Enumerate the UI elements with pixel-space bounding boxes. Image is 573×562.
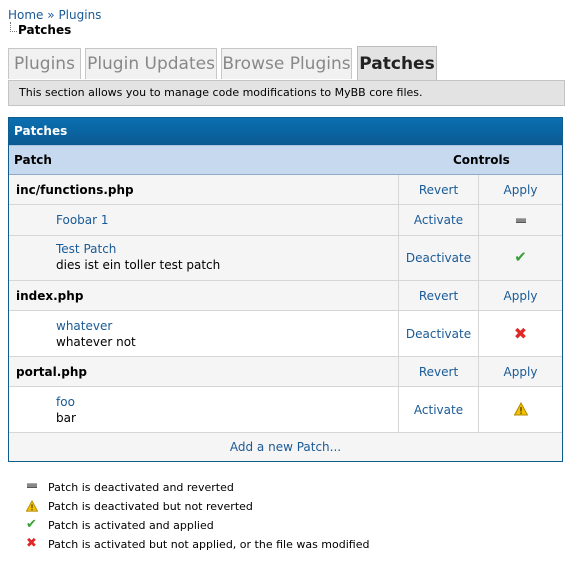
breadcrumb-separator: »	[47, 8, 55, 22]
activate-link[interactable]: Activate	[399, 403, 478, 417]
revert-link[interactable]: Revert	[399, 175, 478, 205]
patch-title-link[interactable]: foo	[56, 395, 75, 409]
deactivated-reverted-icon	[515, 218, 526, 223]
column-header-patch: Patch	[14, 153, 52, 167]
file-row: portal.php Revert Apply	[9, 357, 562, 387]
deactivated-reverted-icon	[26, 480, 38, 494]
deactivate-link[interactable]: Deactivate	[399, 327, 478, 341]
deactivate-link[interactable]: Deactivate	[399, 251, 478, 265]
breadcrumb-current: Patches	[18, 23, 72, 37]
check-icon: ✔	[26, 517, 37, 532]
patch-row: Test Patch dies ist ein toller test patc…	[9, 236, 562, 281]
column-header-controls: Controls	[453, 153, 510, 167]
cross-icon: ✖	[513, 324, 528, 343]
table-footer: Add a new Patch...	[9, 433, 562, 461]
patch-row: whatever whatever not Deactivate ✖	[9, 311, 562, 357]
file-name: index.php	[16, 289, 84, 303]
legend-text: Patch is activated but not applied, or t…	[48, 538, 370, 551]
file-name: inc/functions.php	[16, 183, 134, 197]
warning-icon	[513, 402, 528, 416]
patch-title-link[interactable]: Test Patch	[56, 242, 116, 256]
section-description: This section allows you to manage code m…	[8, 80, 565, 106]
table-header-row: Patch Controls	[9, 145, 562, 175]
cross-icon: ✖	[26, 536, 37, 551]
breadcrumb-home-link[interactable]: Home	[8, 8, 43, 22]
apply-link[interactable]: Apply	[479, 357, 562, 387]
patch-title-link[interactable]: Foobar 1	[56, 213, 109, 227]
revert-link[interactable]: Revert	[399, 281, 478, 311]
breadcrumb-plugins-link[interactable]: Plugins	[58, 8, 101, 22]
file-row: inc/functions.php Revert Apply	[9, 175, 562, 205]
file-row: index.php Revert Apply	[9, 281, 562, 311]
patch-description: whatever not	[56, 335, 136, 349]
warning-icon	[26, 499, 38, 512]
patches-table: Patches Patch Controls inc/functions.php…	[8, 117, 563, 462]
table-title: Patches	[9, 118, 562, 145]
tab-plugin-updates[interactable]: Plugin Updates	[85, 48, 217, 79]
patch-description: dies ist ein toller test patch	[56, 258, 221, 272]
patch-row: Foobar 1 Activate	[9, 205, 562, 236]
apply-link[interactable]: Apply	[479, 175, 562, 205]
revert-link[interactable]: Revert	[399, 357, 478, 387]
legend-text: Patch is deactivated but not reverted	[48, 500, 253, 513]
tab-patches[interactable]: Patches	[357, 46, 437, 80]
legend-text: Patch is deactivated and reverted	[48, 481, 234, 494]
breadcrumb: Home » Plugins	[8, 7, 101, 23]
activate-link[interactable]: Activate	[399, 213, 478, 227]
tab-plugins[interactable]: Plugins	[8, 48, 81, 79]
patch-title-link[interactable]: whatever	[56, 319, 112, 333]
patch-description: bar	[56, 411, 76, 425]
tab-browse-plugins[interactable]: Browse Plugins	[221, 48, 352, 79]
legend-text: Patch is activated and applied	[48, 519, 214, 532]
breadcrumb-tree-connector	[10, 22, 17, 32]
add-new-patch-link[interactable]: Add a new Patch...	[230, 440, 341, 454]
apply-link[interactable]: Apply	[479, 281, 562, 311]
patch-row: foo bar Activate	[9, 387, 562, 433]
check-icon: ✔	[514, 248, 527, 266]
tab-bar: Plugins Plugin Updates Browse Plugins Pa…	[8, 46, 568, 80]
file-name: portal.php	[16, 365, 87, 379]
